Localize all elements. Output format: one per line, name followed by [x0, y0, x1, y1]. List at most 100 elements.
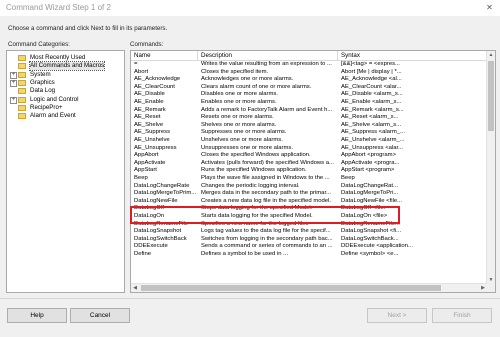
- commands-header: Name Description Syntax: [131, 51, 495, 61]
- command-row[interactable]: AppActivate Activates (pulls forward) the…: [131, 160, 495, 168]
- command-description: Activates (pulls forward) the specified …: [201, 159, 334, 166]
- command-row[interactable]: DataLogSwitchBack Switches from logging i…: [131, 236, 495, 244]
- column-header-syntax[interactable]: Syntax: [338, 51, 488, 60]
- command-row[interactable]: Define Defines a symbol to be used in ...…: [131, 251, 495, 259]
- command-row[interactable]: AE_Reset Resets one or more alarms. AE_Res…: [131, 114, 495, 122]
- command-syntax: Define <symbol> <e...: [341, 251, 399, 257]
- command-row[interactable]: DataLogSnapshot Logs tag values to the da…: [131, 228, 495, 236]
- hscroll-thumb[interactable]: [141, 285, 441, 291]
- command-syntax: Abort [Me | display | *...: [341, 68, 402, 75]
- command-name: AppActivate: [134, 159, 166, 166]
- categories-tree[interactable]: Most Recently Used All Commands and Macro…: [6, 50, 125, 293]
- command-row[interactable]: DataLogRenameFile Specifies a new name fo…: [131, 221, 495, 229]
- category-item[interactable]: Data Log: [7, 87, 124, 95]
- expand-icon[interactable]: +: [10, 79, 17, 87]
- command-description: Changes the periodic logging interval.: [201, 182, 300, 189]
- commands-list[interactable]: Name Description Syntax = Writes the valu…: [130, 50, 496, 293]
- command-name: AE_Unshelve: [134, 137, 170, 143]
- expand-icon[interactable]: +: [10, 96, 17, 104]
- command-description: Switches from logging in the secondary p…: [201, 235, 333, 242]
- category-label: System: [30, 70, 51, 78]
- category-label: Graphics: [30, 78, 55, 86]
- column-header-name[interactable]: Name: [131, 51, 198, 60]
- command-description: Stops data logging for the specified Mod…: [201, 205, 313, 212]
- command-name: AE_Disable: [134, 91, 165, 98]
- command-description: Resets one or more alarms.: [201, 114, 274, 121]
- command-description: Writes the value resulting from an expre…: [201, 61, 332, 67]
- command-syntax: [&&]<tag> = <expres...: [341, 61, 400, 67]
- command-syntax: AppAbort <program>: [341, 152, 397, 159]
- command-row[interactable]: Beep Plays the wave file assigned in Wind…: [131, 175, 495, 183]
- category-label: Alarm and Event: [30, 112, 76, 120]
- command-description: Creates a new data log file in the speci…: [201, 197, 331, 204]
- command-row[interactable]: AE_Acknowledge Acknowledges one or more a…: [131, 76, 495, 84]
- close-icon[interactable]: ✕: [485, 3, 494, 12]
- command-row[interactable]: DataLogChangeRate Changes the periodic lo…: [131, 183, 495, 191]
- command-description: Enables one or more alarms.: [201, 99, 277, 105]
- category-item[interactable]: + Logic and Control: [7, 96, 124, 104]
- scroll-down-icon[interactable]: ▼: [487, 276, 495, 284]
- command-description: Specifies a new name for the logged file…: [201, 220, 309, 227]
- command-row[interactable]: DataLogOff Stops data logging for the spe…: [131, 205, 495, 213]
- folder-icon: [18, 55, 26, 61]
- scroll-up-icon[interactable]: ▲: [487, 51, 495, 59]
- command-syntax: DataLogOn <file>: [341, 213, 388, 219]
- command-description: Adds a remark to FactoryTalk Alarm and E…: [201, 106, 333, 113]
- command-row[interactable]: AE_Shelve Shelves one or more alarms. AE_S…: [131, 122, 495, 130]
- command-name: Define: [134, 251, 152, 257]
- command-name: DataLogOff: [134, 205, 165, 212]
- command-row[interactable]: AE_Enable Enables one or more alarms. AE_E…: [131, 99, 495, 107]
- horizontal-scrollbar[interactable]: ◀ ▶: [131, 283, 487, 292]
- command-row[interactable]: = Writes the value resulting from an expr…: [131, 61, 495, 69]
- command-row[interactable]: AE_ClearCount Clears alarm count of one o…: [131, 84, 495, 92]
- command-row[interactable]: AE_Disable Disables one or more alarms. AE…: [131, 91, 495, 99]
- command-syntax: DataLogSnapshot <fi...: [341, 228, 402, 235]
- instruction-text: Choose a command and click Next to fill …: [8, 25, 168, 32]
- command-description: Defines a symbol to be used in ...: [201, 251, 289, 257]
- scroll-right-icon[interactable]: ▶: [479, 284, 487, 292]
- category-item[interactable]: Alarm and Event: [7, 112, 124, 120]
- scroll-thumb[interactable]: [488, 61, 494, 131]
- command-row[interactable]: Abort Closes the specified item. Abort [Me…: [131, 69, 495, 77]
- command-name: AE_Acknowledge: [134, 76, 181, 83]
- finish-button[interactable]: Finish: [432, 308, 492, 323]
- category-item[interactable]: RecipePro+: [7, 104, 124, 112]
- help-button[interactable]: Help: [7, 308, 67, 323]
- command-row[interactable]: AE_Unshelve Unshelves one or more alarms.…: [131, 137, 495, 145]
- category-item[interactable]: + System: [7, 71, 124, 79]
- command-syntax: AE_Acknowledge <al...: [341, 76, 402, 83]
- window-title: Command Wizard Step 1 of 2: [6, 3, 111, 12]
- vertical-scrollbar[interactable]: ▲ ▼: [486, 51, 495, 292]
- commands-label: Commands:: [130, 41, 164, 48]
- command-name: AppStart: [134, 167, 157, 174]
- folder-icon: [18, 71, 26, 78]
- command-name: Beep: [134, 175, 148, 181]
- title-bar: Command Wizard Step 1 of 2 ✕: [0, 0, 500, 16]
- command-description: Shelves one or more alarms.: [201, 121, 277, 128]
- command-row[interactable]: AE_Suppress Suppresses one or more alarms…: [131, 129, 495, 137]
- command-row[interactable]: DDEExecute Sends a command or series of c…: [131, 243, 495, 251]
- column-header-description[interactable]: Description: [198, 51, 338, 60]
- category-item[interactable]: + Graphics: [7, 79, 124, 87]
- command-description: Disables one or more alarms.: [201, 91, 278, 98]
- category-item[interactable]: All Commands and Macros: [7, 61, 124, 72]
- command-row[interactable]: AE_Unsuppress Unsuppresses one or more al…: [131, 145, 495, 153]
- command-row[interactable]: DataLogNewFile Creates a new data log fil…: [131, 198, 495, 206]
- command-row[interactable]: AE_Remark Adds a remark to FactoryTalk Al…: [131, 107, 495, 115]
- command-row[interactable]: AppStart Runs the specified Windows appli…: [131, 167, 495, 175]
- cancel-button[interactable]: Cancel: [70, 308, 130, 323]
- category-item[interactable]: Most Recently Used: [7, 54, 124, 62]
- command-syntax: DataLogNewFile <file...: [341, 197, 403, 204]
- category-label: Most Recently Used: [30, 54, 86, 61]
- scroll-left-icon[interactable]: ◀: [131, 284, 139, 292]
- command-description: Unsuppresses one or more alarms.: [201, 144, 293, 151]
- command-description: Logs tag values to the data log file for…: [201, 228, 331, 235]
- command-row[interactable]: DataLogOn Starts data logging for the spe…: [131, 213, 495, 221]
- command-name: DataLogSnapshot: [134, 228, 182, 235]
- command-row[interactable]: AppAbort Closes the specified Windows app…: [131, 152, 495, 160]
- categories-label: Command Categories:: [8, 41, 70, 48]
- command-row[interactable]: DataLogMergeToPrim... Merges data in the …: [131, 190, 495, 198]
- folder-icon: [18, 113, 26, 120]
- expand-icon[interactable]: +: [10, 71, 17, 79]
- next-button[interactable]: Next >: [367, 308, 427, 323]
